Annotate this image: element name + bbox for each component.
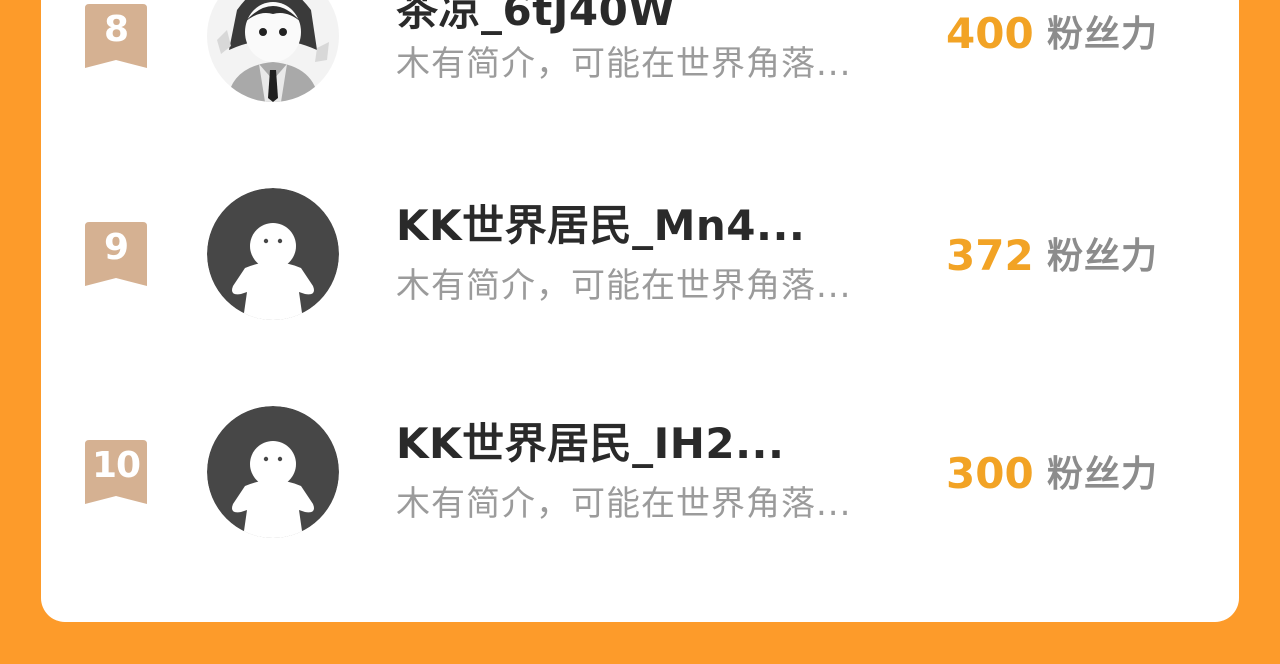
fans-unit-label: 粉丝力	[1047, 14, 1159, 55]
rank-badge: 8	[85, 4, 147, 68]
user-bio: 木有简介，可能在世界角落...	[396, 44, 852, 84]
avatar[interactable]	[207, 406, 339, 538]
ranking-row[interactable]: 10 KK世界居民_IH2... 木有简介，可能在世界角落... 300 粉丝力	[0, 406, 1280, 546]
user-name[interactable]: KK世界居民_IH2...	[396, 419, 784, 469]
ranking-row[interactable]: 8 茶凉_6tJ40W 木有简介，可能在世界角落... 400 粉丝力	[0, 0, 1280, 110]
user-name[interactable]: 茶凉_6tJ40W	[396, 0, 675, 36]
rank-number: 8	[103, 9, 129, 50]
default-person-icon	[207, 406, 339, 538]
fans-unit-label: 粉丝力	[1047, 236, 1159, 277]
user-name[interactable]: KK世界居民_Mn4...	[396, 201, 805, 251]
rank-badge: 10	[85, 440, 147, 504]
user-bio: 木有简介，可能在世界角落...	[396, 266, 852, 306]
rank-number: 9	[103, 227, 129, 268]
fans-unit-label: 粉丝力	[1047, 454, 1159, 495]
user-bio: 木有简介，可能在世界角落...	[396, 484, 852, 524]
fans-score: 400	[946, 9, 1034, 58]
fans-score: 372	[946, 231, 1034, 280]
rank-badge: 9	[85, 222, 147, 286]
anime-avatar-image	[207, 0, 339, 102]
rank-number: 10	[91, 445, 141, 486]
fans-score: 300	[946, 449, 1034, 498]
avatar[interactable]	[207, 188, 339, 320]
ranking-row[interactable]: 9 KK世界居民_Mn4... 木有简介，可能在世界角落... 372 粉丝力	[0, 188, 1280, 328]
default-person-icon	[207, 188, 339, 320]
avatar[interactable]	[207, 0, 339, 102]
